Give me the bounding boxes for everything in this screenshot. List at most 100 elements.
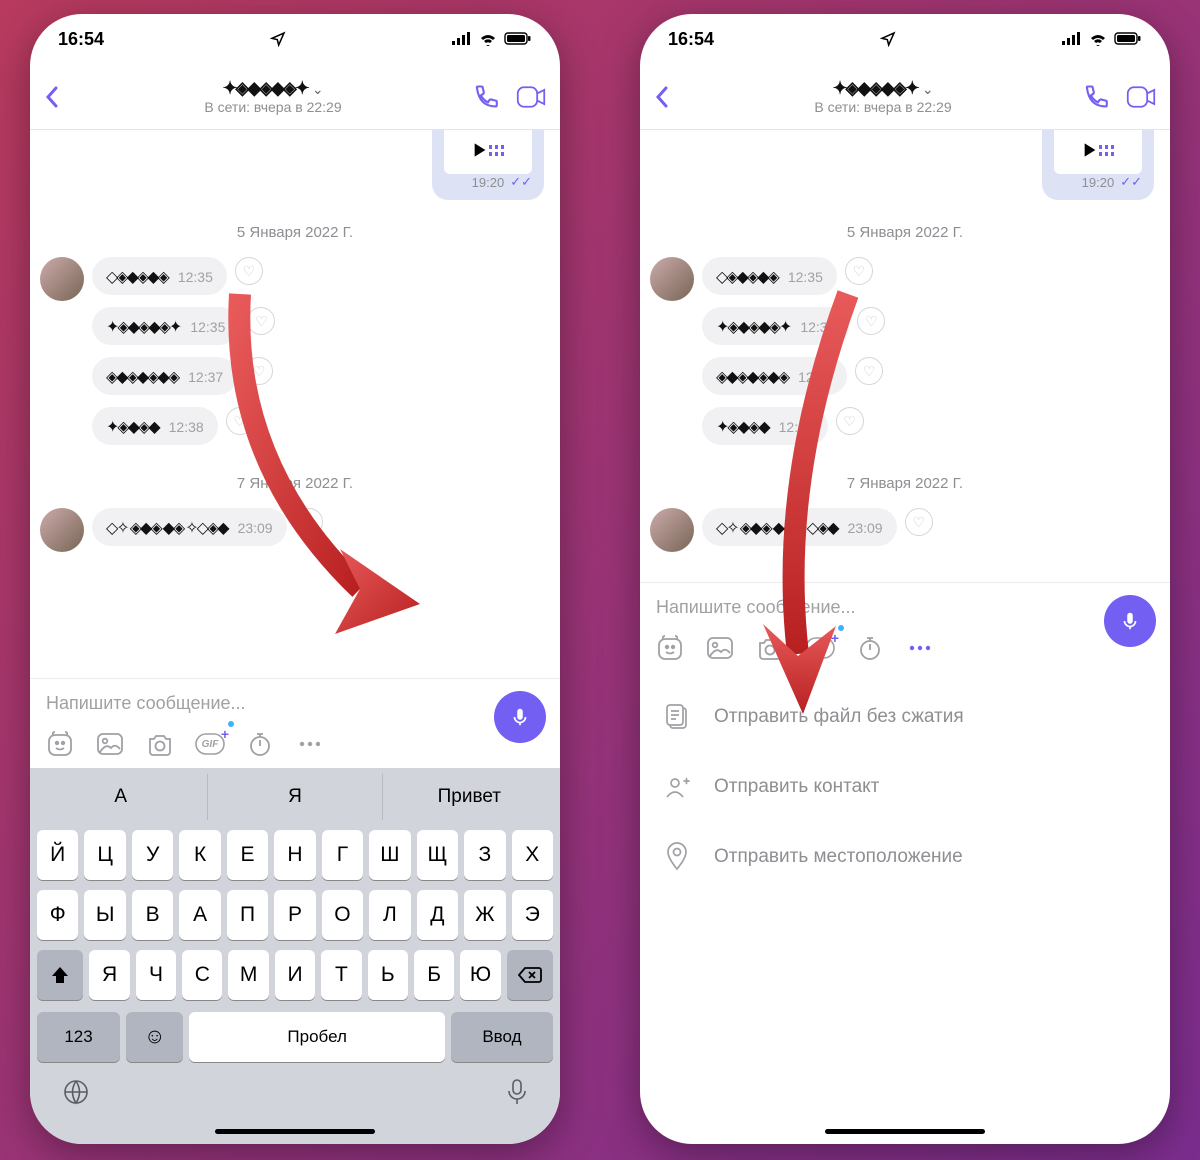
sticker-icon[interactable]: [44, 728, 76, 760]
audio-thumbnail[interactable]: [444, 130, 532, 174]
gif-icon[interactable]: GIF+: [194, 728, 226, 760]
home-indicator[interactable]: [825, 1129, 985, 1134]
key[interactable]: У: [132, 830, 173, 880]
mic-button[interactable]: [494, 691, 546, 743]
incoming-message[interactable]: ✦◈◆◈◆12:38: [702, 407, 828, 445]
keyboard[interactable]: А Я Привет ЙЦУКЕНГШЩЗХ ФЫВАПРОЛДЖЭ ЯЧСМИ…: [30, 768, 560, 1144]
menu-send-location[interactable]: Отправить местоположение: [640, 822, 1170, 892]
key[interactable]: Т: [321, 950, 361, 1000]
like-button[interactable]: ♡: [857, 307, 885, 335]
chevron-down-icon[interactable]: ⌄: [922, 81, 934, 97]
emoji-key[interactable]: ☺: [126, 1012, 183, 1062]
key[interactable]: Ж: [464, 890, 505, 940]
incoming-message[interactable]: ✦◈◆◈◆◈✦12:35: [702, 307, 849, 345]
chevron-down-icon[interactable]: ⌄: [312, 81, 324, 97]
key[interactable]: Й: [37, 830, 78, 880]
key[interactable]: С: [182, 950, 222, 1000]
suggestion[interactable]: Привет: [383, 774, 556, 820]
key[interactable]: И: [275, 950, 315, 1000]
back-button[interactable]: [654, 85, 686, 109]
key[interactable]: Х: [512, 830, 553, 880]
avatar[interactable]: [650, 257, 694, 301]
audio-thumbnail[interactable]: [1054, 130, 1142, 174]
outgoing-message[interactable]: 19:20✓✓: [432, 130, 544, 200]
key[interactable]: Н: [274, 830, 315, 880]
timer-icon[interactable]: [854, 632, 886, 664]
camera-icon[interactable]: [144, 728, 176, 760]
more-icon[interactable]: [904, 632, 936, 664]
suggestion[interactable]: Я: [208, 774, 382, 820]
incoming-message[interactable]: ✦◈◆◈◆12:38: [92, 407, 218, 445]
incoming-message[interactable]: ◈◆◈◆◈◆◈12:37: [92, 357, 237, 395]
gallery-icon[interactable]: [704, 632, 736, 664]
key[interactable]: Э: [512, 890, 553, 940]
more-icon[interactable]: [294, 728, 326, 760]
key[interactable]: Ц: [84, 830, 125, 880]
voice-call-button[interactable]: [1080, 82, 1110, 112]
key[interactable]: Ь: [368, 950, 408, 1000]
key[interactable]: Ю: [460, 950, 500, 1000]
menu-send-contact[interactable]: Отправить контакт: [640, 752, 1170, 822]
incoming-message[interactable]: ◇◈◆◈◆◈12:35: [92, 257, 227, 295]
incoming-message[interactable]: ◇✧ ◈◆◈ ◆◈ ✧◇◈◆23:09: [702, 508, 897, 546]
like-button[interactable]: ♡: [295, 508, 323, 536]
key[interactable]: К: [179, 830, 220, 880]
incoming-message[interactable]: ◈◆◈◆◈◆◈12:37: [702, 357, 847, 395]
key[interactable]: Ч: [136, 950, 176, 1000]
contact-name[interactable]: ✦◈◆◈◆◈✦: [222, 78, 307, 98]
enter-key[interactable]: Ввод: [451, 1012, 553, 1062]
like-button[interactable]: ♡: [226, 407, 254, 435]
outgoing-message[interactable]: 19:20✓✓: [1042, 130, 1154, 200]
key[interactable]: В: [132, 890, 173, 940]
chat-body[interactable]: 19:20✓✓ 5 Января 2022 Г. ◇◈◆◈◆◈12:35 ♡ ✦…: [30, 130, 560, 678]
avatar[interactable]: [40, 257, 84, 301]
key[interactable]: Р: [274, 890, 315, 940]
key[interactable]: Б: [414, 950, 454, 1000]
numeric-key[interactable]: 123: [37, 1012, 120, 1062]
key[interactable]: Щ: [417, 830, 458, 880]
mic-button[interactable]: [1104, 595, 1156, 647]
dictation-key[interactable]: [506, 1078, 528, 1106]
key[interactable]: О: [322, 890, 363, 940]
contact-name[interactable]: ✦◈◆◈◆◈✦: [832, 78, 917, 98]
backspace-key[interactable]: [507, 950, 553, 1000]
like-button[interactable]: ♡: [836, 407, 864, 435]
message-input[interactable]: Напишите сообщение...: [40, 683, 550, 728]
key[interactable]: Ш: [369, 830, 410, 880]
video-call-button[interactable]: [1126, 82, 1156, 112]
home-indicator[interactable]: [215, 1129, 375, 1134]
incoming-message[interactable]: ◇✧ ◈◆◈ ◆◈ ✧◇◈◆23:09: [92, 508, 287, 546]
timer-icon[interactable]: [244, 728, 276, 760]
key[interactable]: Ф: [37, 890, 78, 940]
sticker-icon[interactable]: [654, 632, 686, 664]
gif-icon[interactable]: GIF+: [804, 632, 836, 664]
shift-key[interactable]: [37, 950, 83, 1000]
space-key[interactable]: Пробел: [189, 1012, 444, 1062]
voice-call-button[interactable]: [470, 82, 500, 112]
key[interactable]: Е: [227, 830, 268, 880]
like-button[interactable]: ♡: [905, 508, 933, 536]
key[interactable]: Д: [417, 890, 458, 940]
back-button[interactable]: [44, 85, 76, 109]
like-button[interactable]: ♡: [235, 257, 263, 285]
key[interactable]: Ы: [84, 890, 125, 940]
key[interactable]: З: [464, 830, 505, 880]
camera-icon[interactable]: [754, 632, 786, 664]
key[interactable]: Л: [369, 890, 410, 940]
key[interactable]: Я: [89, 950, 129, 1000]
incoming-message[interactable]: ◇◈◆◈◆◈12:35: [702, 257, 837, 295]
like-button[interactable]: ♡: [845, 257, 873, 285]
menu-send-file[interactable]: Отправить файл без сжатия: [640, 682, 1170, 752]
suggestion[interactable]: А: [34, 774, 208, 820]
video-call-button[interactable]: [516, 82, 546, 112]
like-button[interactable]: ♡: [247, 307, 275, 335]
incoming-message[interactable]: ✦◈◆◈◆◈✦12:35: [92, 307, 239, 345]
key[interactable]: М: [228, 950, 268, 1000]
avatar[interactable]: [40, 508, 84, 552]
chat-body[interactable]: 19:20✓✓ 5 Января 2022 Г. ◇◈◆◈◆◈12:35 ♡ ✦…: [640, 130, 1170, 582]
like-button[interactable]: ♡: [855, 357, 883, 385]
globe-key[interactable]: [62, 1078, 90, 1106]
key[interactable]: А: [179, 890, 220, 940]
message-input[interactable]: Напишите сообщение...: [650, 587, 1160, 632]
like-button[interactable]: ♡: [245, 357, 273, 385]
